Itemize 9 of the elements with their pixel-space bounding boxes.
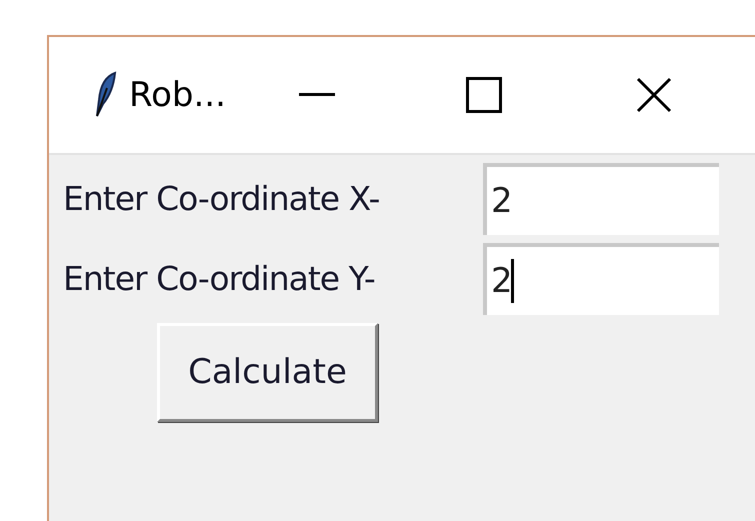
field-label: Enter Co-ordinate Y- <box>63 258 376 300</box>
maximize-icon[interactable] <box>466 77 502 113</box>
calculate-button[interactable]: Calculate <box>157 323 378 422</box>
input-field[interactable]: 2 <box>483 243 719 315</box>
input-field[interactable]: 2 <box>483 163 719 235</box>
close-icon[interactable] <box>636 77 672 113</box>
minimize-icon[interactable] <box>299 93 335 97</box>
field-label: Enter Co-ordinate X- <box>63 178 380 220</box>
window-title: Rob... <box>129 74 227 116</box>
